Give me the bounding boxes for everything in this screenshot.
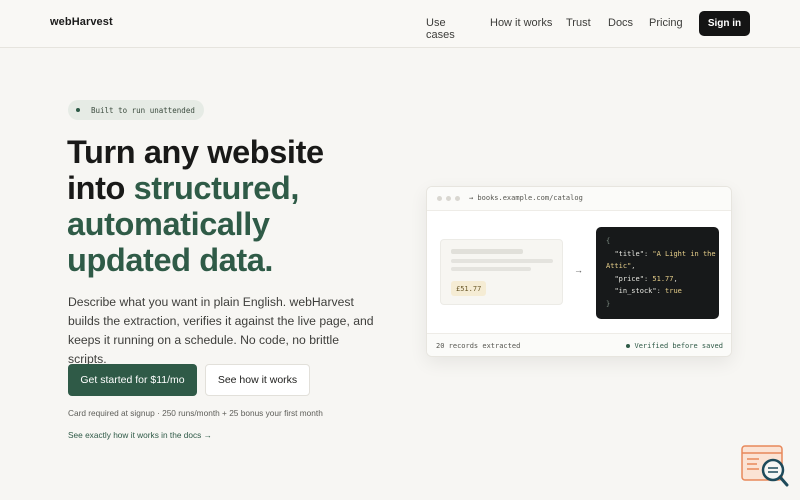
placeholder-line — [451, 249, 523, 254]
json-key: "title" — [614, 249, 644, 258]
nav-link-docs[interactable]: Docs — [608, 17, 633, 29]
placeholder-line — [451, 267, 531, 271]
page-title: Turn any website into structured, automa… — [67, 134, 387, 278]
verified-badge: Verified before saved — [626, 342, 723, 350]
status-pill: Built to run unattended — [68, 100, 204, 120]
window-controls — [437, 196, 460, 201]
json-value: true — [665, 287, 682, 295]
get-started-button[interactable]: Get started for $11/mo — [68, 364, 197, 396]
price-tag: £51.77 — [451, 281, 487, 296]
pricing-fineprint: Card required at signup · 250 runs/month… — [68, 408, 323, 418]
window-dot-icon — [455, 196, 460, 201]
status-dot-icon — [76, 108, 80, 112]
card-footer: 20 records extracted Verified before sav… — [427, 333, 731, 356]
json-price-line: "price": 51.77, — [614, 274, 678, 283]
records-count: 20 records extracted — [436, 342, 521, 350]
nav-link-use-cases[interactable]: Use cases — [426, 17, 455, 41]
json-key: "price" — [614, 274, 644, 283]
json-value: 51.77 — [652, 274, 674, 283]
help-widget-icon[interactable] — [741, 445, 789, 489]
nav-link-how-it-works[interactable]: How it works — [490, 17, 552, 29]
top-nav: webHarvest Use cases How it works Trust … — [0, 0, 800, 48]
window-dot-icon — [446, 196, 451, 201]
json-key: "in_stock" — [614, 287, 657, 295]
json-brace: } — [606, 299, 611, 308]
see-how-it-works-button[interactable]: See how it works — [205, 364, 310, 396]
verified-label: Verified before saved — [634, 342, 723, 350]
json-title-line: "title": "A Light in the Attic", — [606, 249, 716, 271]
browser-bar: → books.example.com/catalog — [427, 187, 731, 211]
json-brace: { — [606, 237, 611, 245]
placeholder-line — [451, 259, 553, 263]
nav-link-pricing[interactable]: Pricing — [649, 17, 683, 29]
docs-link[interactable]: See exactly how it works in the docs → — [68, 430, 212, 440]
hero-description: Describe what you want in plain English.… — [68, 295, 374, 366]
sign-in-button[interactable]: Sign in — [699, 11, 750, 36]
demo-card: → books.example.com/catalog £51.77 → { "… — [426, 186, 732, 357]
nav-link-trust[interactable]: Trust — [566, 17, 591, 29]
window-dot-icon — [437, 196, 442, 201]
verified-dot-icon — [626, 344, 631, 348]
status-pill-label: Built to run unattended — [91, 105, 195, 115]
json-stock-line: "in_stock": true — [614, 287, 682, 295]
arrow-right-icon: → — [574, 265, 583, 275]
json-output: { "title": "A Light in the Attic", "pric… — [596, 227, 719, 319]
page-preview: £51.77 — [440, 239, 563, 305]
brand-logo[interactable]: webHarvest — [50, 16, 113, 28]
address-url: → books.example.com/catalog — [469, 194, 583, 202]
